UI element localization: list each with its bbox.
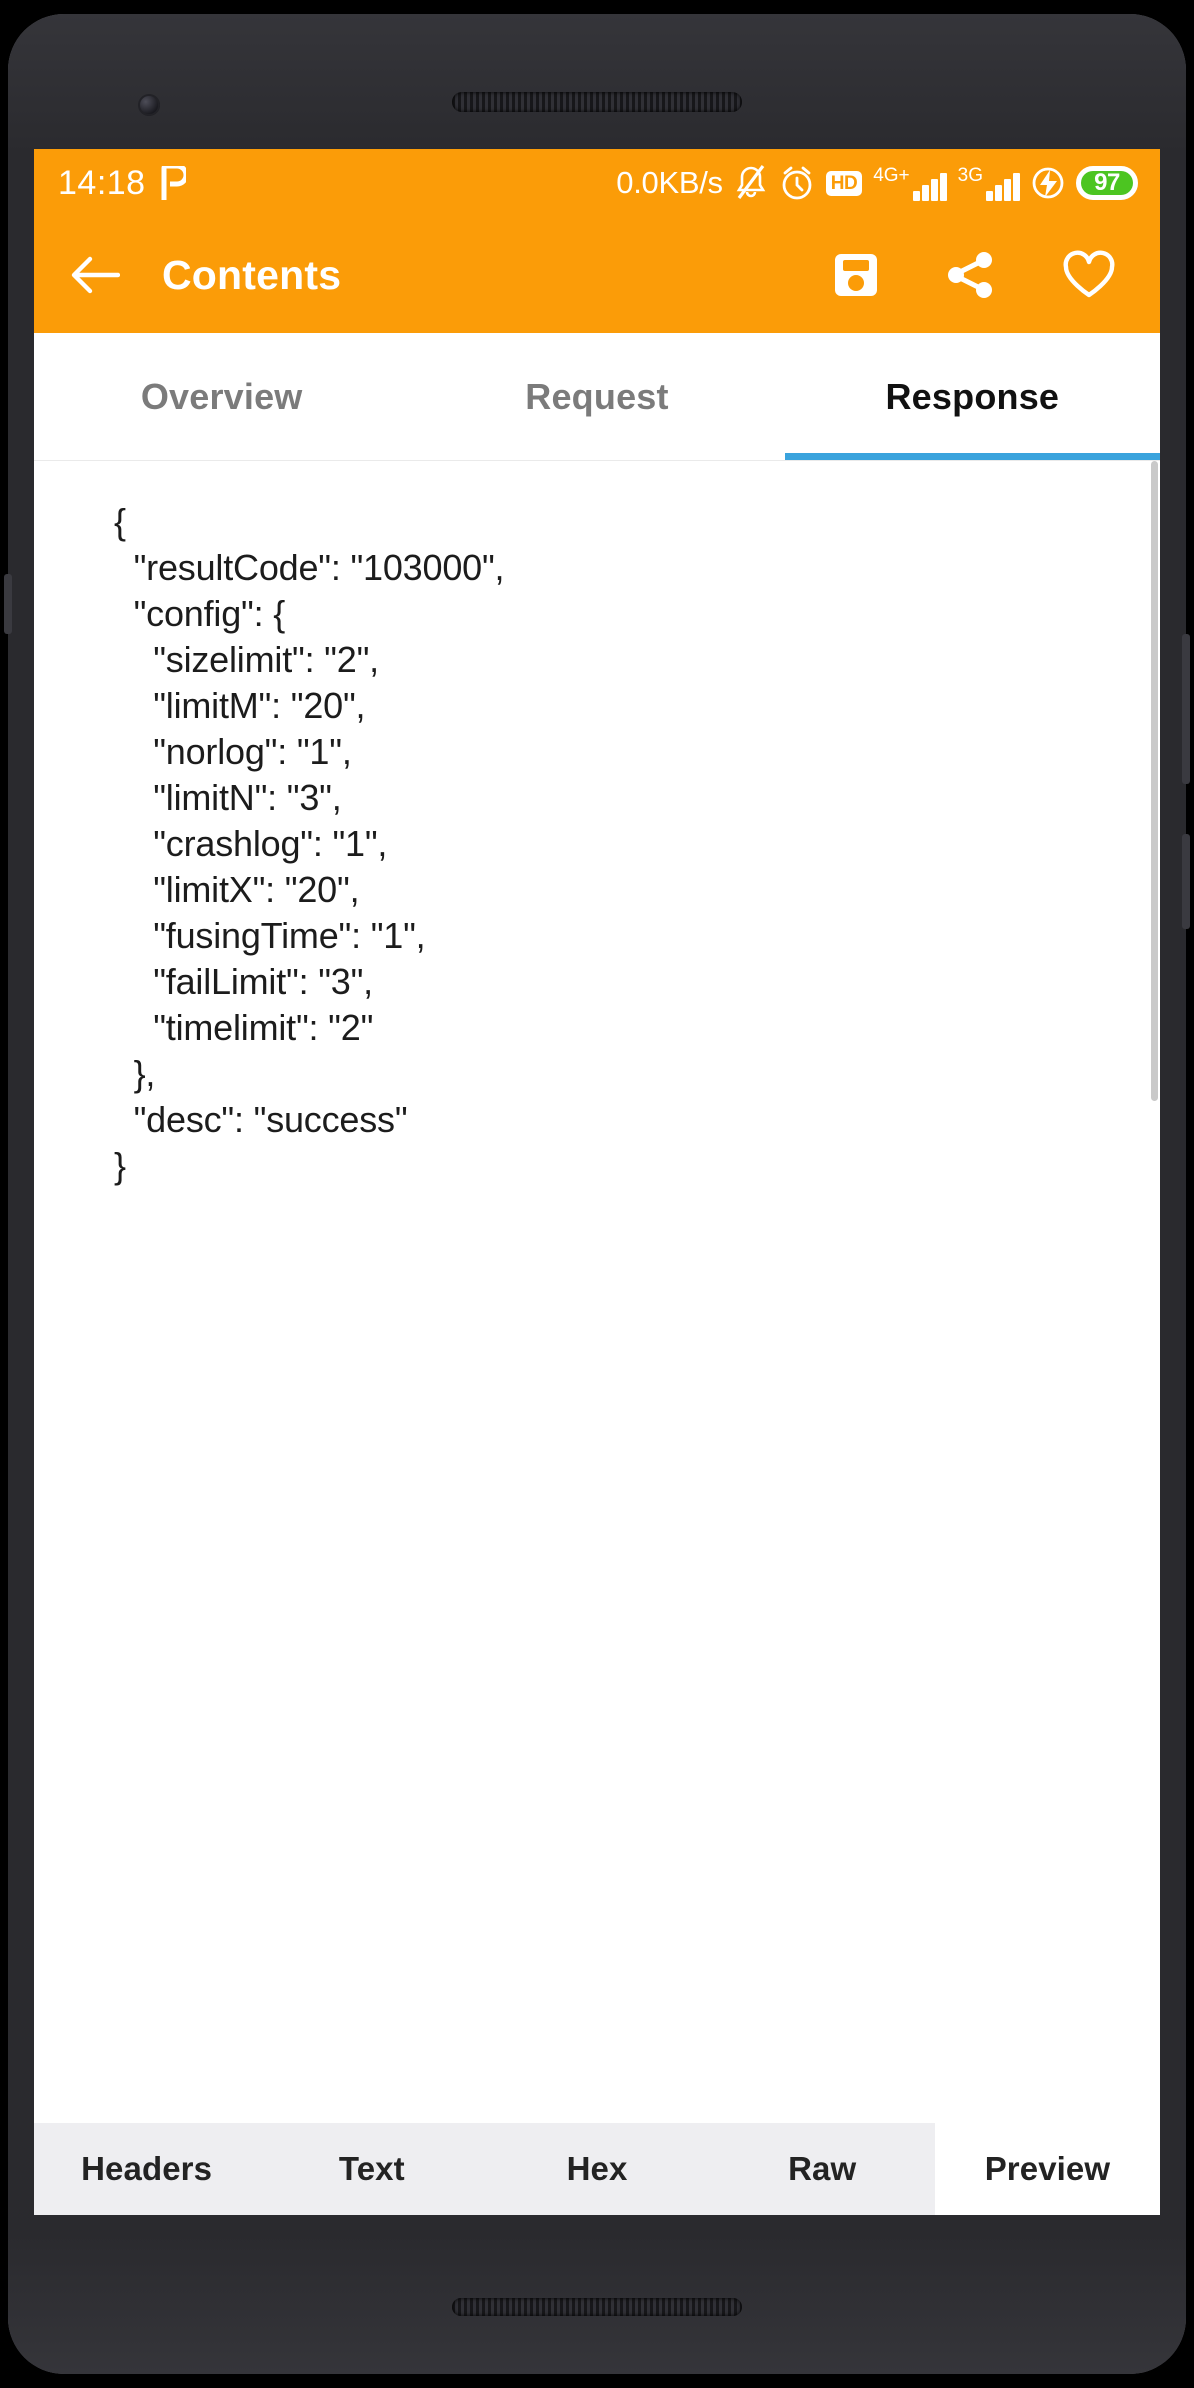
- bell-muted-icon: [734, 165, 768, 201]
- page-title: Contents: [162, 251, 342, 298]
- phone-frame: 14:18 0.0KB/s HD 4G+ 3G 97 Contents Over…: [4, 14, 1190, 2374]
- json-line: "config": {: [114, 593, 286, 634]
- signal-bars-1: [912, 172, 947, 201]
- bottom-tab-text[interactable]: Text: [259, 2123, 484, 2215]
- json-line: "limitM": "20",: [114, 685, 366, 726]
- power-button[interactable]: [1182, 834, 1190, 929]
- json-line: "limitN": "3",: [114, 777, 342, 818]
- response-body-panel[interactable]: { "resultCode": "103000", "config": { "s…: [34, 461, 1160, 1891]
- bottom-tab-raw-label: Raw: [788, 2150, 857, 2187]
- bottom-tab-hex-label: Hex: [566, 2150, 628, 2187]
- front-camera: [138, 94, 160, 116]
- json-line: }: [114, 1145, 126, 1186]
- tab-response[interactable]: Response: [784, 333, 1160, 460]
- json-line: "crashlog": "1",: [114, 823, 388, 864]
- tab-bar: Overview Request Response: [34, 333, 1160, 461]
- tab-request[interactable]: Request: [409, 333, 784, 460]
- signal-bars-2: [986, 172, 1020, 201]
- battery-percent-label: 97: [1094, 169, 1120, 196]
- sim1-network-label: 4G+: [873, 164, 910, 186]
- volume-button[interactable]: [1182, 634, 1190, 784]
- json-line: "norlog": "1",: [114, 731, 352, 772]
- bottom-tab-preview[interactable]: Preview: [934, 2123, 1160, 2215]
- json-line: "failLimit": "3",: [114, 961, 373, 1002]
- status-bar-left: 14:18: [58, 164, 186, 203]
- battery-icon: 97: [1076, 166, 1138, 200]
- bottom-speaker: [452, 2298, 742, 2316]
- charging-bolt-icon: [1031, 166, 1065, 200]
- tab-overview-label: Overview: [140, 375, 303, 417]
- tab-overview[interactable]: Overview: [34, 333, 409, 460]
- json-line: "fusingTime": "1",: [114, 915, 426, 956]
- json-line: "resultCode": "103000",: [114, 547, 505, 588]
- back-arrow-icon[interactable]: [70, 255, 120, 295]
- vertical-scrollbar[interactable]: [1151, 461, 1158, 1101]
- tab-response-label: Response: [885, 375, 1060, 417]
- status-clock: 14:18: [58, 163, 146, 202]
- status-bar-right: 0.0KB/s HD 4G+ 3G 97: [616, 165, 1138, 201]
- json-line: "limitX": "20",: [114, 869, 360, 910]
- app-bar: Contents: [34, 217, 1160, 333]
- bottom-tab-hex[interactable]: Hex: [484, 2123, 709, 2215]
- status-bar: 14:18 0.0KB/s HD 4G+ 3G 97: [34, 149, 1160, 217]
- phone-screen: 14:18 0.0KB/s HD 4G+ 3G 97 Contents Over…: [34, 149, 1160, 2215]
- pocket-app-icon: [160, 166, 186, 200]
- alarm-clock-icon: [779, 165, 815, 201]
- bottom-tab-headers[interactable]: Headers: [34, 2123, 259, 2215]
- signal-3g-icon: 3G: [958, 166, 1020, 201]
- network-speed-text: 0.0KB/s: [616, 165, 723, 200]
- bottom-tab-raw[interactable]: Raw: [710, 2123, 935, 2215]
- side-button-left[interactable]: [4, 574, 12, 634]
- save-floppy-icon[interactable]: [832, 251, 880, 299]
- hd-badge-icon: HD: [825, 170, 863, 196]
- json-line: "desc": "success": [114, 1099, 408, 1140]
- json-line: "sizelimit": "2",: [114, 639, 379, 680]
- sim2-network-label: 3G: [957, 164, 983, 186]
- earpiece-speaker: [452, 92, 742, 112]
- bottom-tab-bar: Headers Text Hex Raw Preview: [34, 2123, 1160, 2215]
- bottom-tab-text-label: Text: [338, 2150, 405, 2187]
- signal-4g-plus-icon: 4G+: [873, 164, 947, 201]
- tab-request-label: Request: [525, 375, 669, 417]
- heart-outline-icon[interactable]: [1062, 250, 1116, 300]
- json-line: },: [114, 1053, 156, 1094]
- share-icon[interactable]: [946, 251, 996, 299]
- app-bar-actions: [832, 250, 1116, 300]
- bottom-tab-headers-label: Headers: [81, 2150, 213, 2187]
- json-line: "timelimit": "2": [114, 1007, 374, 1048]
- bottom-tab-preview-label: Preview: [984, 2150, 1111, 2187]
- json-line: {: [114, 501, 126, 542]
